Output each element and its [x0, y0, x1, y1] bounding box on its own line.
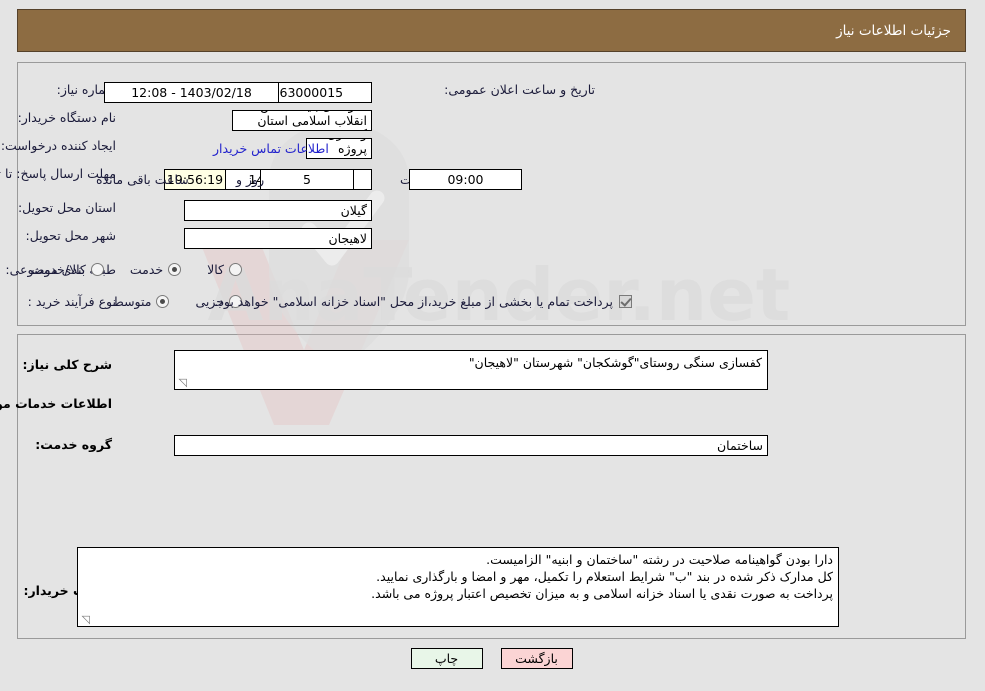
city-value: لاهیجان: [185, 228, 373, 249]
service-group-value: ساختمان: [175, 435, 769, 456]
category-option-label: کالا: [208, 262, 225, 277]
buyer-note-line: پرداخت به صورت نقدی یا اسناد خزانه اسلام…: [372, 586, 834, 601]
announce-date-label: تاریخ و ساعت اعلان عمومی:: [445, 82, 596, 97]
category-option-label: خدمت: [130, 262, 165, 277]
resize-grip-icon[interactable]: ◹: [81, 614, 91, 625]
province-row: استان محل تحویل:: [19, 200, 117, 215]
category-radio-khedmat[interactable]: خدمت: [130, 262, 183, 277]
announce-date-row: تاریخ و ساعت اعلان عمومی:: [445, 82, 596, 97]
requester-row: ایجاد کننده درخواست:: [2, 138, 117, 153]
buyer-note-line: دارا بودن گواهینامه صلاحیت در رشته "ساخت…: [487, 552, 834, 567]
back-button[interactable]: بازگشت: [501, 648, 574, 669]
province-label: استان محل تحویل:: [18, 200, 117, 215]
category-radio-kala[interactable]: کالا: [208, 262, 243, 277]
remaining-suffix-label: ساعت باقی مانده: [97, 172, 190, 187]
payment-note-row: پرداخت تمام یا بخشی از مبلغ خرید،از محل …: [215, 294, 633, 309]
page-root: AnaTender.net جزئیات اطلاعات نیاز شماره …: [0, 0, 985, 691]
buyer-org-row: نام دستگاه خریدار:: [19, 110, 117, 125]
service-group-label: گروه خدمت:: [36, 437, 113, 452]
city-label: شهر محل تحویل:: [26, 228, 117, 243]
buyer-note-line: کل مدارک ذکر شده در بند "ب" شرایط استعلا…: [377, 569, 834, 584]
payment-checkbox[interactable]: [620, 295, 633, 308]
buyer-org-label: نام دستگاه خریدار:: [18, 110, 117, 125]
page-header-bar: جزئیات اطلاعات نیاز: [18, 9, 967, 52]
city-row: شهر محل تحویل:: [27, 228, 117, 243]
buyer-contact-link[interactable]: اطلاعات تماس خریدار: [214, 141, 330, 156]
radio-circle-icon: [230, 263, 243, 276]
requester-label: ایجاد کننده درخواست:: [1, 138, 117, 153]
action-button-bar: بازگشت چاپ: [0, 648, 985, 669]
services-section-title: اطلاعات خدمات مورد نیاز: [0, 396, 113, 411]
description-textarea[interactable]: کفسازی سنگی روستای"گوشکجان" شهرستان "لاه…: [175, 350, 769, 390]
description-label: شرح کلی نیاز:: [23, 357, 113, 372]
category-radio-group: کالا خدمت کالا/خدمت: [6, 262, 243, 277]
days-remaining-value: 5: [261, 169, 355, 190]
radio-circle-icon: [169, 263, 183, 276]
payment-note-text: پرداخت تمام یا بخشی از مبلغ خرید،از محل …: [215, 294, 614, 309]
buyer-org-value: اداره کل بنیاد مسکن انقلاب اسلامی استان …: [233, 110, 373, 131]
deadline-time-value: 09:00: [410, 169, 523, 190]
description-text: کفسازی سنگی روستای"گوشکجان" شهرستان "لاه…: [469, 355, 763, 370]
radio-circle-icon: [157, 295, 171, 308]
resize-grip-icon[interactable]: ◹: [178, 377, 188, 388]
category-option-label: کالا/خدمت: [32, 262, 87, 277]
process-radio-motavaset[interactable]: متوسط: [113, 294, 171, 309]
province-value: گیلان: [185, 200, 373, 221]
radio-circle-icon: [91, 263, 105, 276]
buyer-notes-textarea[interactable]: دارا بودن گواهینامه صلاحیت در رشته "ساخت…: [78, 547, 840, 627]
page-title: جزئیات اطلاعات نیاز: [837, 22, 952, 39]
print-button[interactable]: چاپ: [411, 648, 484, 669]
days-label: روز و: [237, 172, 266, 187]
process-option-label: متوسط: [113, 294, 153, 309]
category-radio-kala-khedmat[interactable]: کالا/خدمت: [32, 262, 105, 277]
announce-date-value: 1403/02/18 - 12:08: [105, 82, 280, 103]
